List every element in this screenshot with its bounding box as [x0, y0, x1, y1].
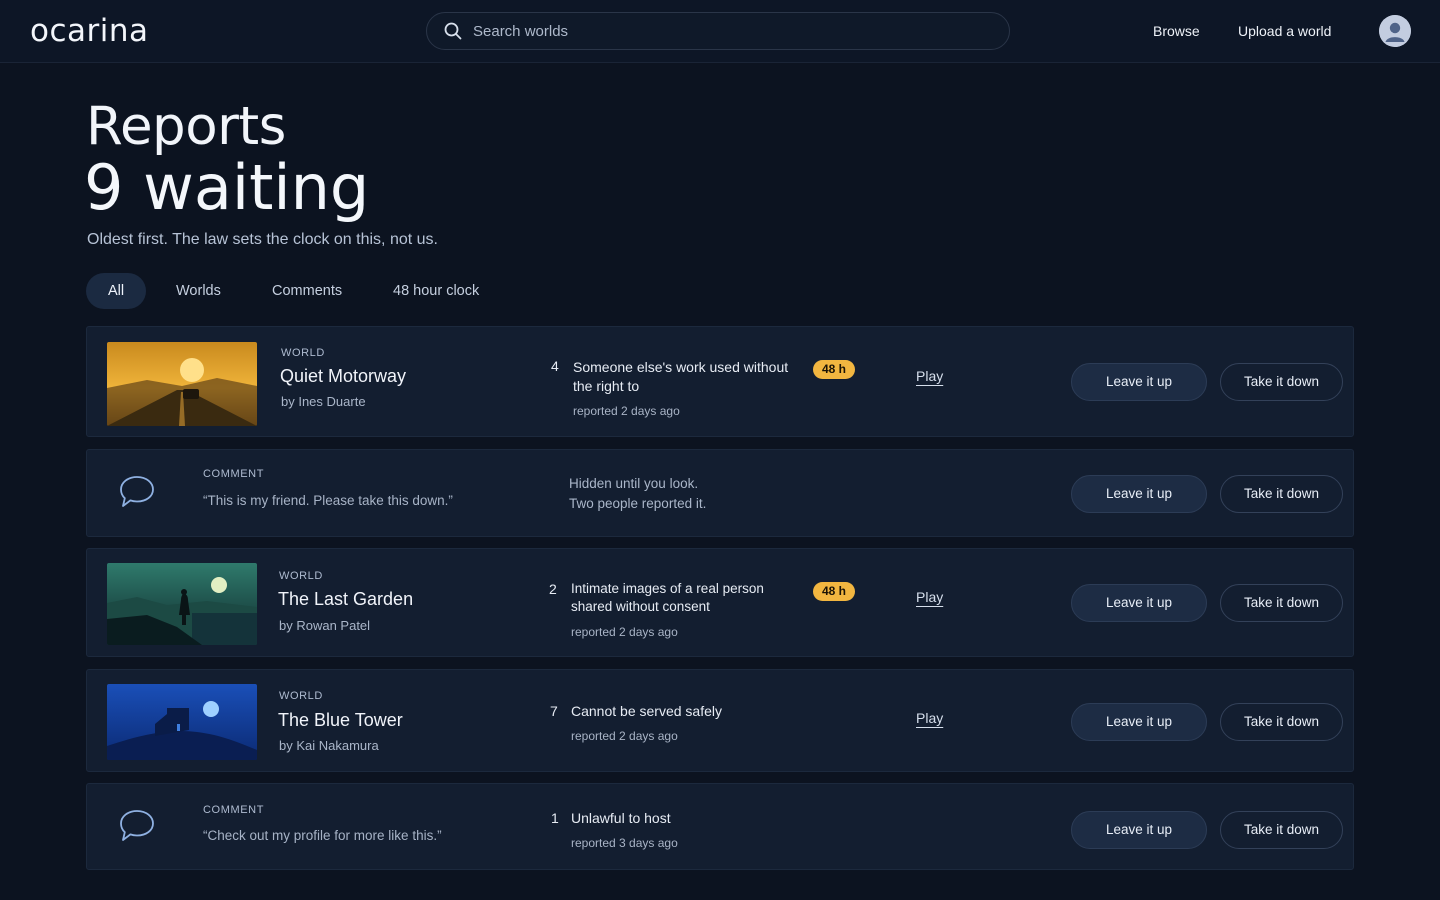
tab-all[interactable]: All — [86, 273, 147, 309]
report-card-quiet-motorway: WORLD Quiet Motorway by Ines Duarte 4 So… — [86, 326, 1354, 437]
report-card-comment-2: COMMENT “Check out my profile for more l… — [86, 783, 1354, 870]
report-kind-label: COMMENT — [203, 468, 265, 480]
search-bar[interactable] — [426, 12, 1010, 50]
leave-it-up-button[interactable]: Leave it up — [1071, 475, 1207, 513]
report-kind-label: WORLD — [281, 347, 325, 359]
reporter-note: Two people reported it. — [569, 496, 707, 511]
take-it-down-button[interactable]: Take it down — [1220, 363, 1343, 401]
report-time: reported 3 days ago — [571, 836, 678, 850]
world-thumbnail[interactable] — [107, 684, 257, 760]
comment-quote: “Check out my profile for more like this… — [203, 828, 442, 843]
user-avatar-icon[interactable] — [1379, 15, 1411, 47]
world-author[interactable]: by Rowan Patel — [279, 618, 370, 633]
world-title[interactable]: Quiet Motorway — [280, 366, 406, 387]
leave-it-up-button[interactable]: Leave it up — [1071, 584, 1207, 622]
speech-bubble-icon — [120, 476, 154, 507]
world-title[interactable]: The Blue Tower — [278, 710, 403, 731]
report-reason: Cannot be served safely — [571, 703, 722, 719]
report-reason: Intimate images of a real person shared … — [571, 581, 764, 614]
report-time: reported 2 days ago — [573, 404, 680, 418]
world-title[interactable]: The Last Garden — [278, 589, 413, 610]
report-count: 1 — [551, 810, 559, 826]
take-it-down-button[interactable]: Take it down — [1220, 811, 1343, 849]
world-thumbnail[interactable] — [107, 342, 257, 426]
report-card-blue-tower: WORLD The Blue Tower by Kai Nakamura 7 C… — [86, 669, 1354, 772]
take-it-down-button[interactable]: Take it down — [1220, 475, 1343, 513]
take-it-down-button[interactable]: Take it down — [1220, 703, 1343, 741]
report-count: 7 — [550, 703, 558, 719]
comment-quote: “This is my friend. Please take this dow… — [203, 493, 453, 508]
take-it-down-button[interactable]: Take it down — [1220, 584, 1343, 622]
hidden-note: Hidden until you look. — [569, 476, 699, 491]
app-logo[interactable]: ocarina — [30, 13, 149, 49]
search-input[interactable] — [473, 22, 973, 40]
deadline-badge: 48 h — [813, 360, 856, 379]
report-count: 4 — [551, 358, 559, 374]
leave-it-up-button[interactable]: Leave it up — [1071, 363, 1207, 401]
page-title: Reports — [86, 96, 286, 157]
play-link[interactable]: Play — [916, 589, 943, 605]
top-bar: ocarina Browse Upload a world — [0, 0, 1440, 63]
report-time: reported 2 days ago — [571, 729, 678, 743]
play-link[interactable]: Play — [916, 710, 943, 726]
report-kind-label: COMMENT — [203, 804, 265, 816]
waiting-count: 9 waiting — [84, 151, 370, 224]
report-card-last-garden: WORLD The Last Garden by Rowan Patel 2 I… — [86, 548, 1354, 657]
nav-browse-link[interactable]: Browse — [1153, 23, 1200, 39]
tab-comments[interactable]: Comments — [272, 273, 342, 309]
nav-upload-link[interactable]: Upload a world — [1238, 23, 1331, 39]
speech-bubble-icon — [120, 810, 154, 841]
report-card-comment-1: COMMENT “This is my friend. Please take … — [86, 449, 1354, 537]
report-count: 2 — [549, 581, 557, 597]
play-link[interactable]: Play — [916, 368, 943, 384]
page-subtitle: Oldest first. The law sets the clock on … — [87, 231, 438, 248]
tab-48-hour-clock[interactable]: 48 hour clock — [393, 273, 479, 309]
world-thumbnail[interactable] — [107, 563, 257, 645]
deadline-badge: 48 h — [813, 582, 856, 601]
tab-worlds[interactable]: Worlds — [176, 273, 221, 309]
leave-it-up-button[interactable]: Leave it up — [1071, 811, 1207, 849]
leave-it-up-button[interactable]: Leave it up — [1071, 703, 1207, 741]
report-reason: Someone else's work used without the rig… — [573, 359, 789, 394]
world-author[interactable]: by Kai Nakamura — [279, 738, 379, 753]
report-reason: Unlawful to host — [571, 810, 671, 826]
report-kind-label: WORLD — [279, 690, 323, 702]
report-kind-label: WORLD — [279, 570, 323, 582]
search-icon — [444, 22, 462, 40]
world-author[interactable]: by Ines Duarte — [281, 394, 366, 409]
report-time: reported 2 days ago — [571, 625, 678, 639]
